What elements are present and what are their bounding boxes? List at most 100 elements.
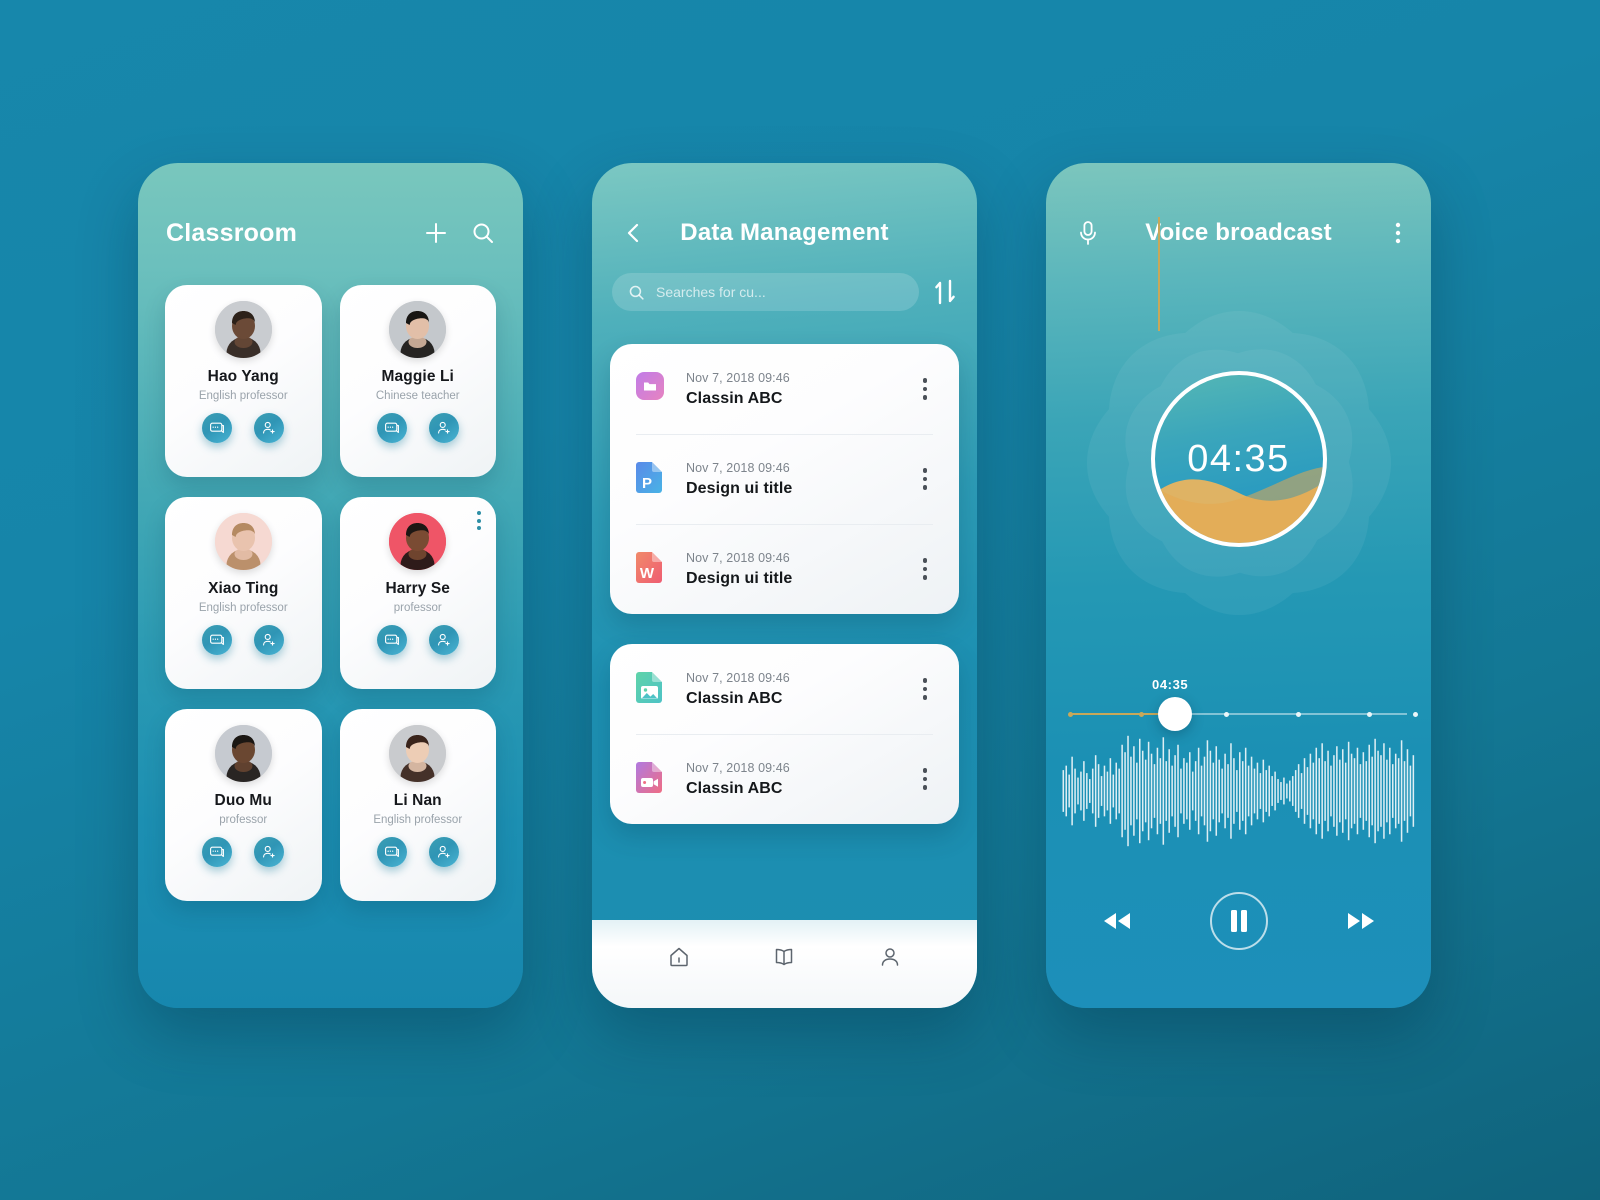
teacher-name: Li Nan (393, 792, 442, 809)
file-title: Classin ABC (686, 779, 783, 797)
microphone-icon[interactable] (1076, 220, 1100, 246)
slider-dot (1139, 711, 1144, 717)
sort-icon[interactable] (933, 279, 957, 305)
file-meta: Nov 7, 2018 09:46 Design ui title (686, 461, 917, 498)
home-icon[interactable] (666, 944, 692, 970)
teacher-name: Xiao Ting (208, 580, 279, 597)
teacher-role: English professor (373, 814, 463, 826)
search-icon[interactable] (471, 221, 495, 245)
book-icon[interactable] (771, 944, 797, 970)
add-person-icon[interactable] (428, 625, 459, 655)
recording-timer-dial: 04:35 (1150, 371, 1327, 547)
file-more-icon[interactable] (917, 462, 934, 496)
message-icon[interactable] (376, 837, 407, 867)
svg-text:P: P (642, 475, 652, 492)
file-more-icon[interactable] (917, 672, 934, 706)
message-icon[interactable] (376, 413, 407, 443)
file-date: Nov 7, 2018 09:46 (686, 670, 790, 685)
phone-screen-voice-broadcast: Voice broadcast 04:35 04:35 (1046, 163, 1431, 1008)
word-file-icon: W (636, 552, 664, 586)
avatar (214, 725, 272, 782)
avatar (214, 513, 272, 570)
teacher-card-actions (202, 837, 285, 867)
rewind-button[interactable] (1100, 911, 1134, 931)
avatar (389, 725, 447, 782)
file-meta: Nov 7, 2018 09:46 Classin ABC (686, 761, 917, 798)
folder-file-icon (636, 372, 664, 406)
teacher-card[interactable]: Maggie Li Chinese teacher (339, 285, 496, 477)
teacher-name: Hao Yang (207, 368, 279, 385)
teacher-card[interactable]: Xiao Ting English professor (165, 497, 322, 689)
image-file-icon (636, 672, 664, 706)
slider-dot (1296, 711, 1301, 717)
progress-slider[interactable]: 04:35 (1062, 677, 1418, 737)
slider-dot (1068, 711, 1073, 717)
add-icon[interactable] (423, 220, 449, 246)
playback-controls (1046, 892, 1431, 950)
file-more-icon[interactable] (917, 762, 934, 796)
file-row[interactable]: P Nov 7, 2018 09:46 Design ui title (614, 434, 955, 524)
slider-dot (1413, 711, 1418, 717)
phone-screen-classroom: Classroom Hao Yang English professor Maggi… (138, 163, 523, 1008)
teacher-card-actions (202, 625, 285, 655)
file-row[interactable]: Nov 7, 2018 09:46 Classin ABC (614, 734, 955, 824)
pause-button[interactable] (1209, 892, 1268, 950)
message-icon[interactable] (376, 625, 407, 655)
teacher-role: English professor (198, 390, 288, 402)
page-title: Classroom (166, 218, 298, 247)
file-row[interactable]: Nov 7, 2018 09:46 Classin ABC (614, 344, 955, 434)
teacher-grid: Hao Yang English professor Maggie Li Chines… (165, 285, 496, 901)
powerpoint-file-icon: P (636, 462, 664, 496)
search-input[interactable]: Searches for cu... (612, 273, 919, 311)
file-date: Nov 7, 2018 09:46 (686, 760, 790, 775)
bottom-navigation (592, 920, 977, 1008)
file-title: Classin ABC (686, 689, 783, 707)
add-person-icon[interactable] (428, 837, 459, 867)
message-icon[interactable] (202, 413, 233, 443)
file-date: Nov 7, 2018 09:46 (686, 370, 790, 385)
teacher-card-actions (202, 413, 285, 443)
avatar (389, 301, 447, 358)
file-title: Design ui title (686, 479, 793, 497)
message-icon[interactable] (202, 625, 233, 655)
teacher-card[interactable]: Harry Se professor (339, 497, 496, 689)
add-person-icon[interactable] (254, 625, 285, 655)
file-date: Nov 7, 2018 09:46 (686, 550, 790, 565)
more-options-icon[interactable] (1395, 221, 1401, 245)
file-meta: Nov 7, 2018 09:46 Design ui title (686, 551, 917, 588)
file-more-icon[interactable] (917, 372, 934, 406)
teacher-card-actions (376, 625, 459, 655)
teacher-card[interactable]: Duo Mu professor (165, 709, 322, 901)
slider-dot (1367, 711, 1372, 717)
file-meta: Nov 7, 2018 09:46 Classin ABC (686, 671, 917, 708)
file-more-icon[interactable] (917, 552, 934, 586)
slider-knob[interactable] (1158, 697, 1192, 731)
screen3-header: Voice broadcast (1046, 211, 1431, 255)
forward-button[interactable] (1344, 911, 1378, 931)
message-icon[interactable] (202, 837, 233, 867)
video-file-icon (636, 762, 664, 796)
phone-screen-data-management: Data Management Searches for cu... Nov 7… (592, 163, 977, 1008)
slider-time-label: 04:35 (1152, 677, 1189, 692)
person-icon[interactable] (877, 944, 903, 970)
add-person-icon[interactable] (254, 413, 285, 443)
file-row[interactable]: W Nov 7, 2018 09:46 Design ui title (614, 524, 955, 614)
teacher-card[interactable]: Hao Yang English professor (165, 285, 322, 477)
back-icon[interactable] (622, 221, 646, 245)
teacher-card[interactable]: Li Nan English professor (339, 709, 496, 901)
teacher-role: professor (219, 814, 268, 826)
avatar (214, 301, 272, 358)
add-person-icon[interactable] (254, 837, 285, 867)
file-row[interactable]: Nov 7, 2018 09:46 Classin ABC (614, 644, 955, 734)
file-date: Nov 7, 2018 09:46 (686, 460, 790, 475)
search-icon (628, 284, 645, 301)
file-meta: Nov 7, 2018 09:46 Classin ABC (686, 371, 917, 408)
teacher-name: Maggie Li (381, 368, 454, 385)
screen2-header: Data Management (592, 211, 977, 255)
search-placeholder: Searches for cu... (656, 284, 766, 300)
search-row: Searches for cu... (612, 273, 957, 311)
teacher-role: professor (393, 602, 442, 614)
add-person-icon[interactable] (428, 413, 459, 443)
card-more-icon[interactable] (477, 511, 481, 530)
waveform-playhead (1158, 217, 1160, 331)
